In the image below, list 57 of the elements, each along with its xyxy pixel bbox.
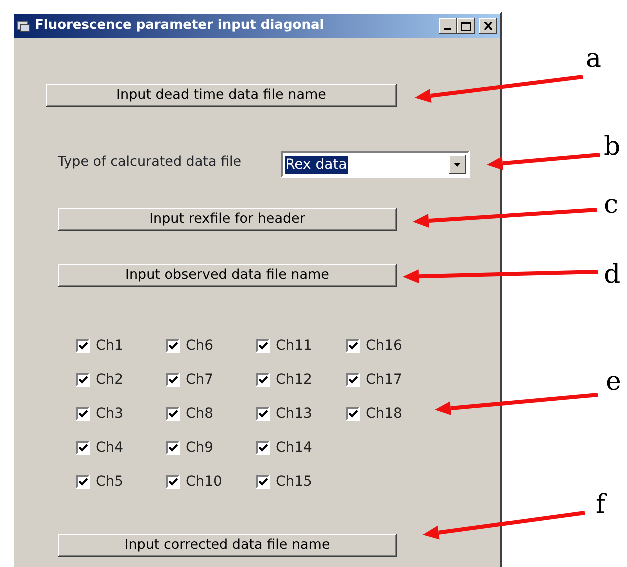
maximize-button[interactable] [457, 18, 475, 34]
checkbox[interactable] [256, 373, 270, 387]
annotation-letter: b [604, 134, 621, 160]
checkbox-label: Ch3 [96, 404, 124, 424]
checkbox-label: Ch5 [96, 472, 124, 492]
annotation-letter: f [596, 492, 606, 518]
checkbox[interactable] [166, 407, 180, 421]
checkbox[interactable] [166, 475, 180, 489]
dropdown-caret-icon[interactable] [448, 155, 466, 174]
corrected-file-button[interactable]: Input corrected data file name [58, 534, 397, 557]
checkbox-label: Ch11 [276, 336, 312, 356]
checkbox[interactable] [256, 339, 270, 353]
checkbox-label: Ch9 [186, 438, 214, 458]
checkbox-label: Ch17 [366, 370, 402, 390]
header-file-button[interactable]: Input rexfile for header [58, 208, 397, 231]
window-title: Fluorescence parameter input diagonal [35, 17, 324, 36]
checkbox[interactable] [166, 441, 180, 455]
checkbox[interactable] [346, 339, 360, 353]
annotation-letter: c [604, 192, 619, 218]
observed-file-button[interactable]: Input observed data file name [58, 264, 397, 287]
data-type-dropdown[interactable]: Rex data [280, 151, 470, 178]
checkbox-label: Ch15 [276, 472, 312, 492]
dead-time-file-button[interactable]: Input dead time data file name [46, 84, 397, 107]
checkbox[interactable] [76, 339, 90, 353]
checkbox-label: Ch8 [186, 404, 214, 424]
checkbox-label: Ch10 [186, 472, 222, 492]
checkbox-label: Ch2 [96, 370, 124, 390]
checkbox[interactable] [76, 475, 90, 489]
checkbox[interactable] [76, 373, 90, 387]
checkbox-label: Ch13 [276, 404, 312, 424]
checkbox-label: Ch16 [366, 336, 402, 356]
checkbox[interactable] [76, 407, 90, 421]
data-type-label: Type of calcurated data file [58, 153, 242, 172]
close-icon [484, 22, 492, 30]
annotation-letter: e [606, 369, 622, 395]
checkbox-label: Ch1 [96, 336, 124, 356]
close-button[interactable] [479, 18, 497, 34]
minimize-button[interactable] [439, 18, 457, 34]
checkbox[interactable] [76, 441, 90, 455]
checkbox[interactable] [256, 441, 270, 455]
checkbox[interactable] [166, 373, 180, 387]
checkbox[interactable] [256, 407, 270, 421]
checkbox[interactable] [256, 475, 270, 489]
checkbox[interactable] [166, 339, 180, 353]
app-icon [17, 20, 31, 32]
checkbox-label: Ch14 [276, 438, 312, 458]
maximize-icon [461, 22, 471, 30]
annotation-letter: d [604, 262, 621, 288]
checkbox[interactable] [346, 407, 360, 421]
checkbox[interactable] [346, 373, 360, 387]
checkbox-label: Ch6 [186, 336, 214, 356]
annotation-letter: a [586, 46, 602, 72]
checkbox-label: Ch7 [186, 370, 214, 390]
checkbox-label: Ch18 [366, 404, 402, 424]
dropdown-value: Rex data [284, 156, 348, 174]
checkbox-label: Ch4 [96, 438, 124, 458]
checkbox-label: Ch12 [276, 370, 312, 390]
